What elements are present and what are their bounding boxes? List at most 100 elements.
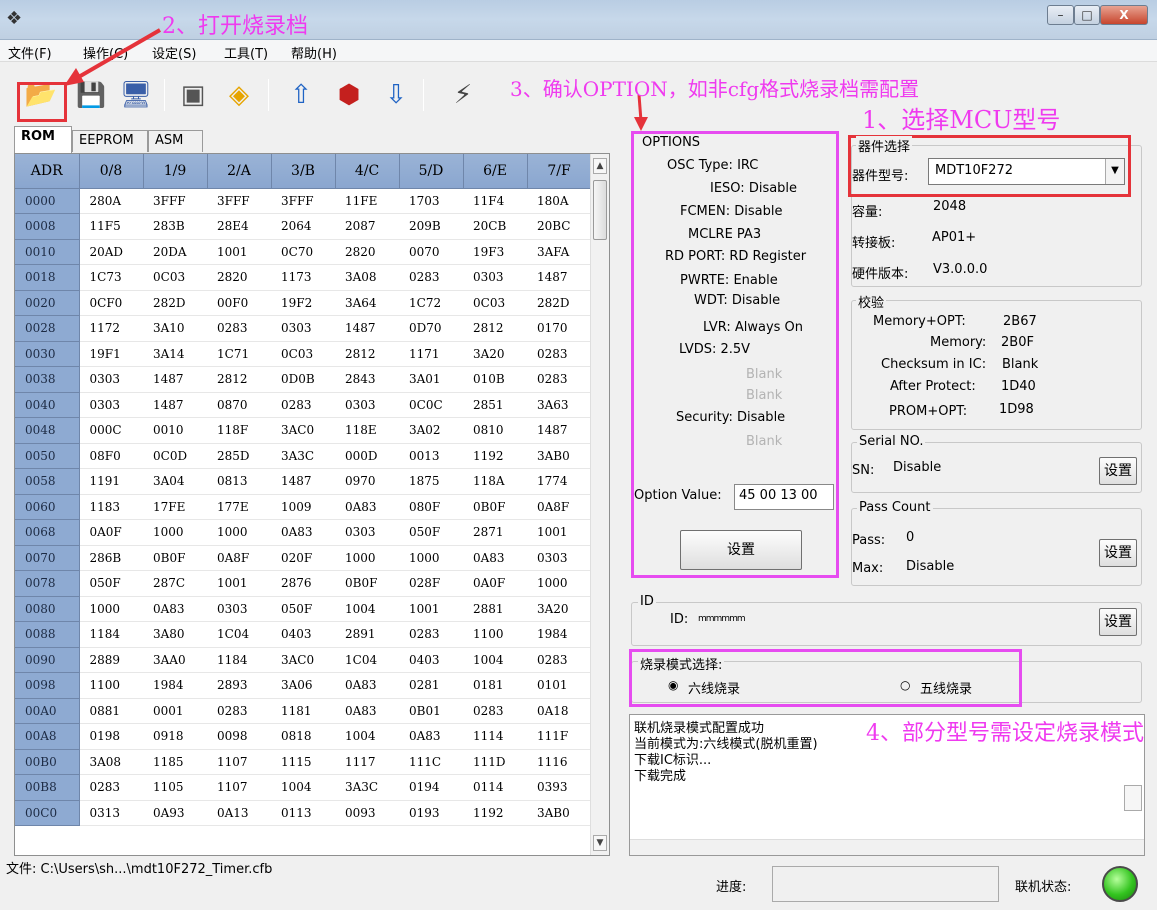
hex-cell[interactable]: 1192 — [463, 443, 527, 469]
hex-cell[interactable]: 2881 — [463, 596, 527, 622]
hex-cell[interactable]: 1C72 — [399, 290, 463, 316]
hex-cell[interactable]: 3A04 — [143, 468, 207, 495]
hex-cell[interactable]: 010B — [463, 366, 527, 393]
hex-cell[interactable]: 0D70 — [399, 315, 463, 342]
hex-cell[interactable]: 0B0F — [143, 545, 207, 571]
hex-cell[interactable]: 0283 — [527, 366, 591, 393]
hex-cell[interactable]: 0193 — [399, 800, 463, 826]
hex-cell[interactable]: 11F5 — [79, 213, 143, 240]
hex-cell[interactable]: 1172 — [79, 315, 143, 342]
hex-cell[interactable]: 0070 — [399, 239, 463, 265]
hex-cell[interactable]: 118F — [207, 417, 271, 444]
hex-cell[interactable]: 0D0B — [271, 366, 335, 393]
hex-cell[interactable]: 3A08 — [335, 264, 399, 291]
hex-cell[interactable]: 2889 — [79, 647, 143, 673]
pass-set-button[interactable]: 设置 — [1099, 539, 1137, 567]
scroll-thumb[interactable] — [593, 180, 607, 240]
hex-cell[interactable]: 11FE — [335, 188, 399, 214]
hex-cell[interactable]: 0A83 — [335, 698, 399, 724]
hex-cell[interactable]: 2812 — [207, 366, 271, 393]
options-set-button[interactable]: 设置 — [680, 530, 802, 570]
eraser-icon[interactable]: ◈ — [220, 75, 258, 115]
hex-cell[interactable]: 050F — [399, 519, 463, 546]
hex-cell[interactable]: 1487 — [143, 392, 207, 418]
tab-asm[interactable]: ASM — [148, 130, 203, 152]
hex-cell[interactable]: 000C — [79, 417, 143, 444]
tab-eeprom[interactable]: EEPROM — [72, 130, 148, 152]
hex-cell[interactable]: 286B — [79, 545, 143, 571]
close-button[interactable]: X — [1100, 5, 1148, 25]
hex-cell[interactable]: 111F — [527, 723, 591, 750]
hex-cell[interactable]: 0303 — [463, 264, 527, 291]
hex-cell[interactable]: 2851 — [463, 392, 527, 418]
hex-cell[interactable]: 0C0D — [143, 443, 207, 469]
hex-cell[interactable]: 0283 — [271, 392, 335, 418]
hex-cell[interactable]: 0403 — [271, 621, 335, 648]
hex-cell[interactable]: 3A64 — [335, 290, 399, 316]
hex-cell[interactable]: 0303 — [527, 545, 591, 571]
hex-cell[interactable]: 0A8F — [527, 494, 591, 520]
connector-icon[interactable]: ⚡ — [444, 75, 482, 115]
hex-cell[interactable]: 1875 — [399, 468, 463, 495]
hex-cell[interactable]: 3A10 — [143, 315, 207, 342]
hex-cell[interactable]: 0303 — [335, 519, 399, 546]
hex-cell[interactable]: 0283 — [399, 621, 463, 648]
hex-cell[interactable]: 0810 — [463, 417, 527, 444]
menu-file[interactable]: 文件(F) — [8, 43, 52, 62]
hex-cell[interactable]: 1117 — [335, 749, 399, 775]
hex-cell[interactable]: 1C04 — [335, 647, 399, 673]
hex-cell[interactable]: 1001 — [527, 519, 591, 546]
hex-cell[interactable]: 0303 — [335, 392, 399, 418]
hex-cell[interactable]: 2891 — [335, 621, 399, 648]
hex-cell[interactable]: 1004 — [271, 774, 335, 801]
hex-cell[interactable]: 0A0F — [79, 519, 143, 546]
hex-cell[interactable]: 0A83 — [463, 545, 527, 571]
hex-cell[interactable]: 0C03 — [271, 341, 335, 367]
hex-cell[interactable]: 0283 — [463, 698, 527, 724]
hex-cell[interactable]: 180A — [527, 188, 591, 214]
menu-tools[interactable]: 工具(T) — [224, 43, 268, 62]
hex-cell[interactable]: 0283 — [207, 698, 271, 724]
hex-cell[interactable]: 0303 — [207, 596, 271, 622]
hex-cell[interactable]: 1000 — [399, 545, 463, 571]
hex-cell[interactable]: 1000 — [79, 596, 143, 622]
hex-cell[interactable]: 0A83 — [271, 519, 335, 546]
hex-cell[interactable]: 1487 — [335, 315, 399, 342]
hex-cell[interactable]: 080F — [399, 494, 463, 520]
download-arrow-icon[interactable]: ⇩ — [377, 75, 415, 115]
hex-cell[interactable]: 020F — [271, 545, 335, 571]
hex-cell[interactable]: 1181 — [271, 698, 335, 724]
hex-cell[interactable]: 0C70 — [271, 239, 335, 265]
hex-cell[interactable]: 1984 — [143, 672, 207, 699]
hex-cell[interactable]: 1487 — [271, 468, 335, 495]
hex-cell[interactable]: 0313 — [79, 800, 143, 826]
upload-arrow-icon[interactable]: ⇧ — [282, 75, 320, 115]
hex-cell[interactable]: 1171 — [399, 341, 463, 367]
hex-cell[interactable]: 1107 — [207, 749, 271, 775]
hex-cell[interactable]: 282D — [143, 290, 207, 316]
hex-cell[interactable]: 050F — [271, 596, 335, 622]
radio-six-wire[interactable]: ◉ — [668, 678, 678, 692]
hex-cell[interactable]: 0A18 — [527, 698, 591, 724]
hex-cell[interactable]: 17FE — [143, 494, 207, 520]
hex-cell[interactable]: 20AD — [79, 239, 143, 265]
hex-cell[interactable]: 2893 — [207, 672, 271, 699]
hex-cell[interactable]: 0101 — [527, 672, 591, 699]
hex-cell[interactable]: 1000 — [335, 545, 399, 571]
hex-cell[interactable]: 0283 — [207, 315, 271, 342]
hex-cell[interactable]: 2812 — [335, 341, 399, 367]
hex-cell[interactable]: 0303 — [79, 392, 143, 418]
hex-cell[interactable]: 0283 — [527, 341, 591, 367]
hex-cell[interactable]: 0C0C — [399, 392, 463, 418]
hex-cell[interactable]: 0098 — [207, 723, 271, 750]
hex-cell[interactable]: 1487 — [143, 366, 207, 393]
hex-cell[interactable]: 118A — [463, 468, 527, 495]
hex-cell[interactable]: 3AB0 — [527, 800, 591, 826]
hex-cell[interactable]: 3FFF — [143, 188, 207, 214]
hex-cell[interactable]: 111C — [399, 749, 463, 775]
id-set-button[interactable]: 设置 — [1099, 608, 1137, 636]
hex-cell[interactable]: 0281 — [399, 672, 463, 699]
hex-cell[interactable]: 0393 — [527, 774, 591, 801]
hex-cell[interactable]: 1105 — [143, 774, 207, 801]
hex-cell[interactable]: 0870 — [207, 392, 271, 418]
